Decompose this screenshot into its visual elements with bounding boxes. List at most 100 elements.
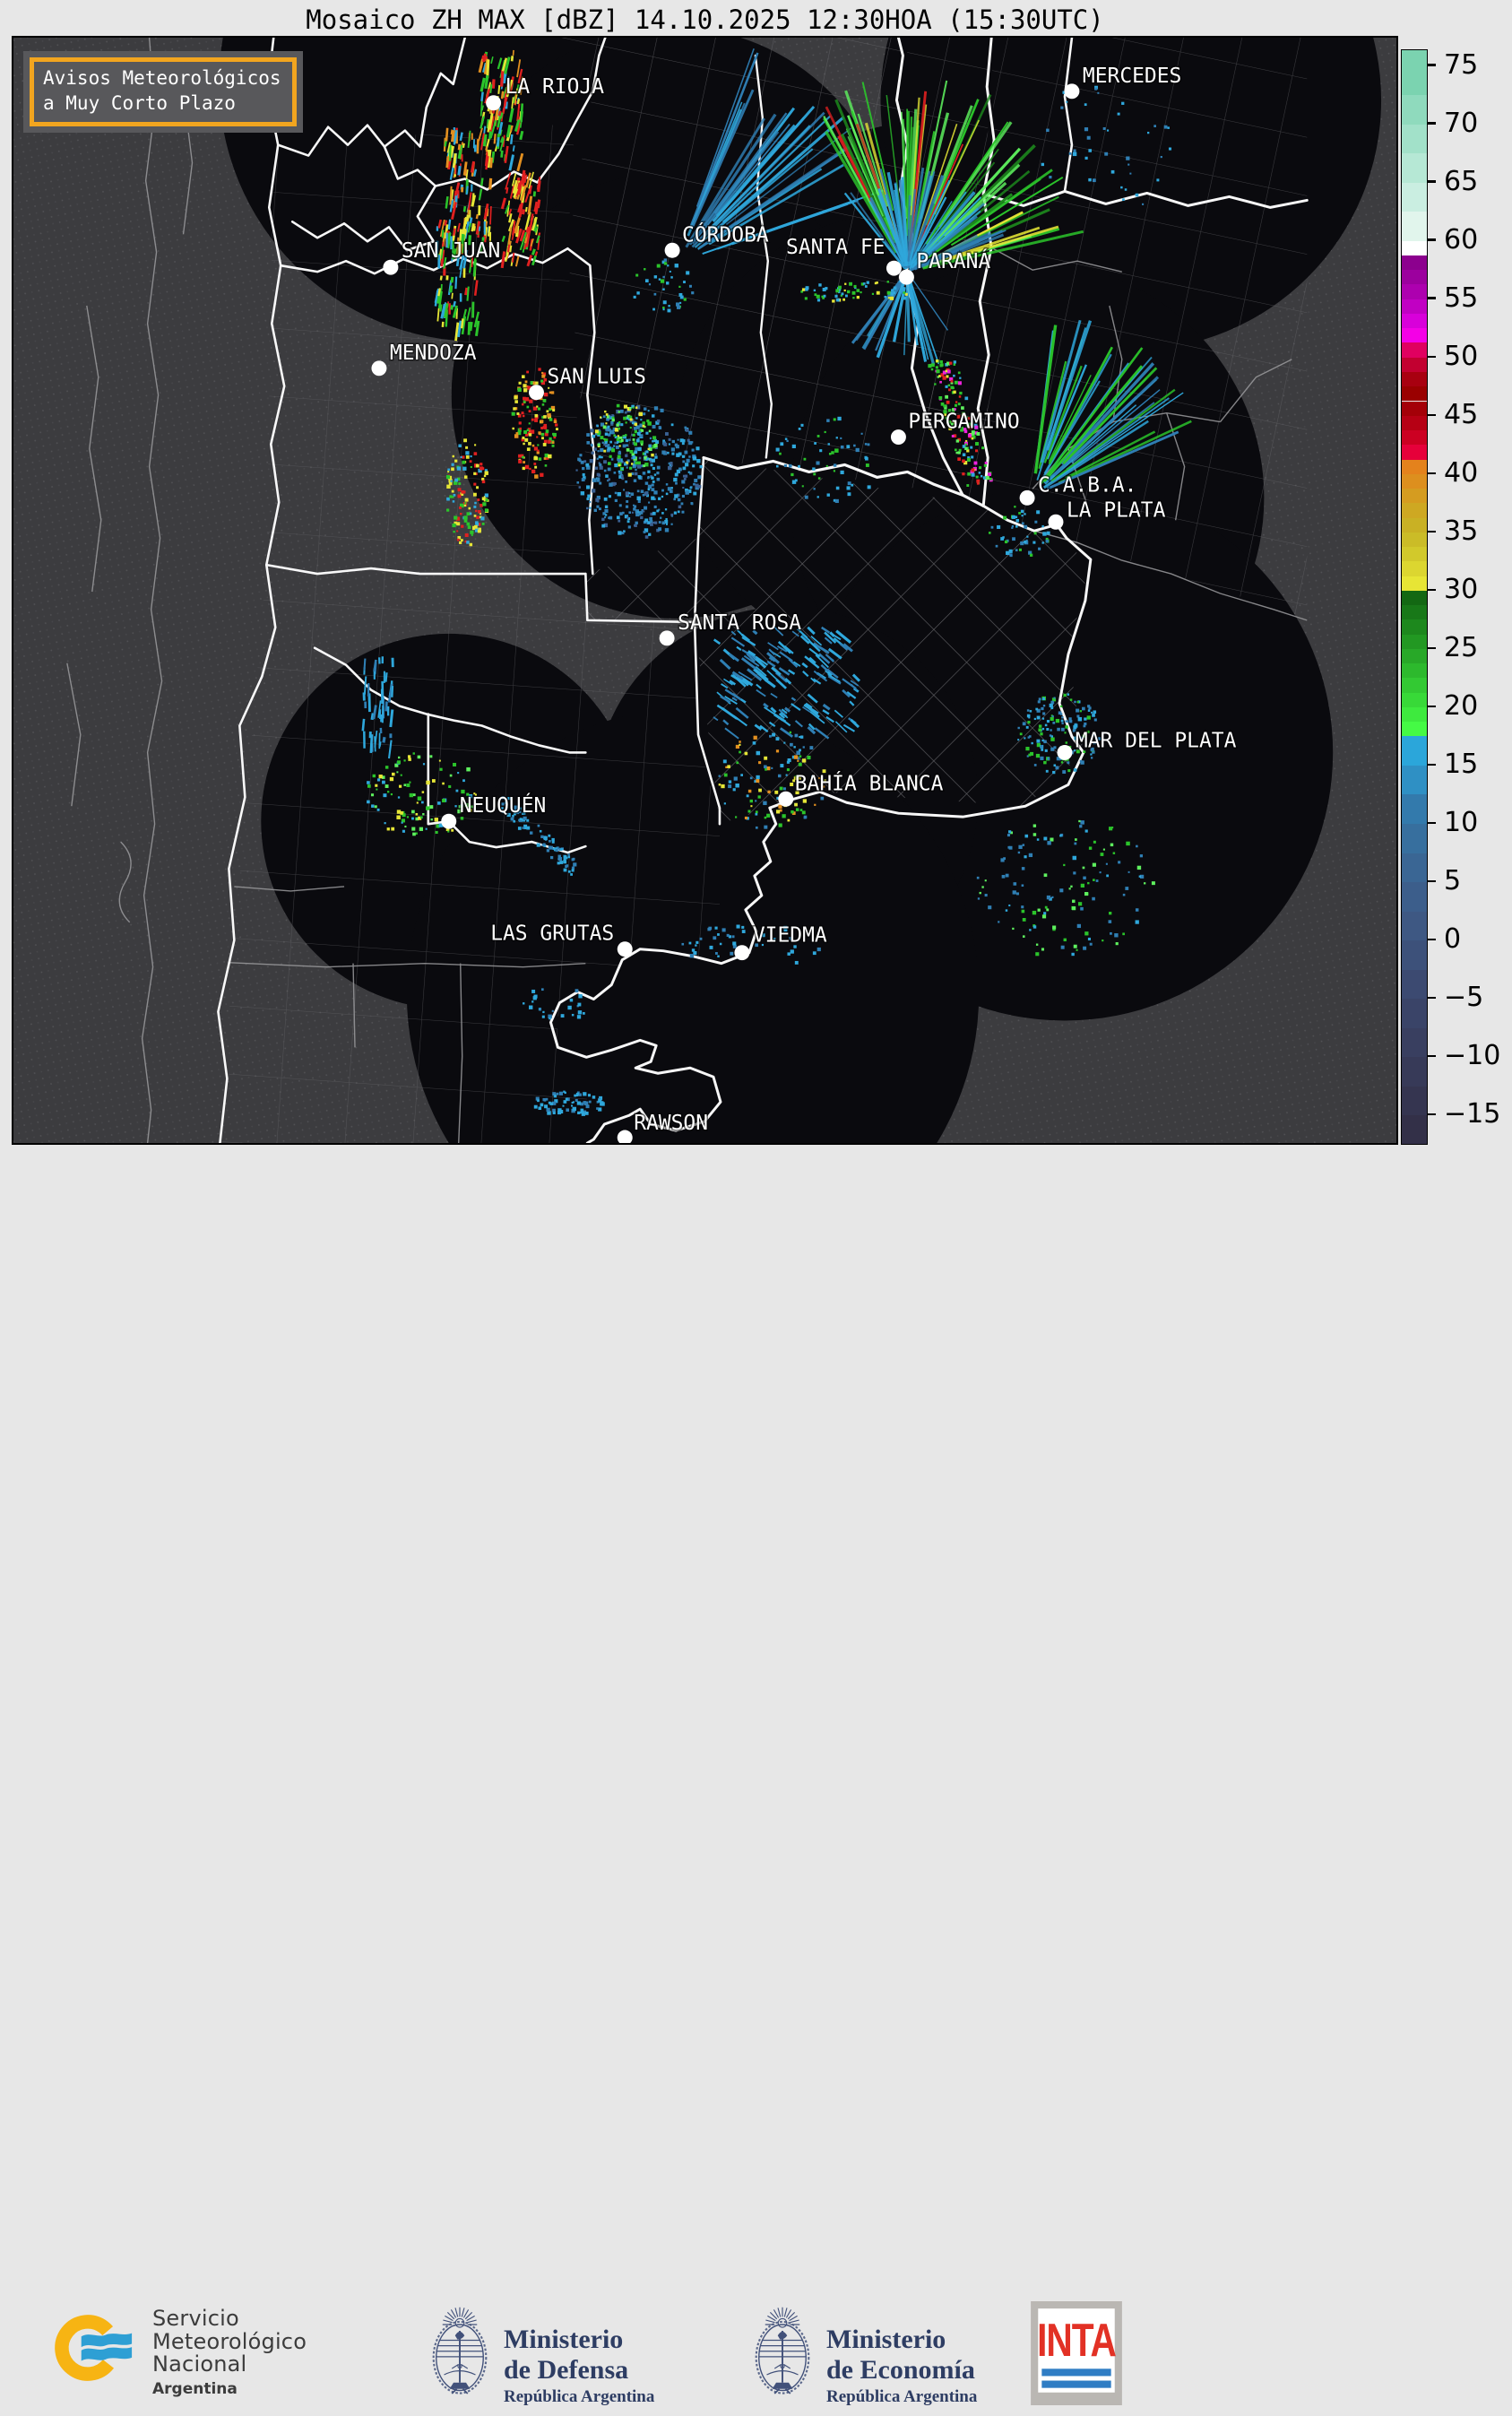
colorbar-segment [1402,183,1427,212]
colorbar-tick-mark [1428,706,1436,707]
colorbar-segment [1402,970,1427,1000]
colorbar-tick-label: −10 [1444,1040,1500,1071]
colorbar-segment [1402,591,1427,605]
colorbar-tick-label: 30 [1444,574,1478,605]
city-dot [734,945,749,960]
colorbar-segment [1402,212,1427,241]
city-label: RAWSON [634,1112,708,1135]
colorbar-segment [1402,576,1427,591]
radar-map: LA RIOJAMERCEDESSAN JUANCÓRDOBASANTA FEP… [13,38,1396,1143]
city-label: MAR DEL PLATA [1076,729,1237,752]
warning-badge[interactable]: Avisos Meteorológicos a Muy Corto Plazo [23,51,303,133]
colorbar-segment [1402,940,1427,970]
defensa-wordmark: Ministerio de Defensa República Argentin… [504,2325,654,2407]
colorbar-segment [1402,50,1427,95]
colorbar-tick-mark [1428,997,1436,999]
city-label: CÓRDOBA [682,221,769,247]
colorbar-segment [1402,533,1427,547]
colorbar-segment [1402,882,1427,912]
colorbar-tick-label: 75 [1444,48,1478,80]
city-label: MERCEDES [1083,65,1181,88]
colorbar-segment [1402,635,1427,649]
warning-badge-line2: a Muy Corto Plazo [43,91,281,116]
colorbar-segment [1402,722,1427,736]
city-label: MENDOZA [390,342,477,365]
colorbar-segment [1402,663,1427,678]
city-label: BAHÍA BLANCA [795,770,944,795]
colorbar-tick-label: −15 [1444,1098,1500,1130]
colorbar-tick-mark [1428,531,1436,533]
colorbar-segment [1402,270,1427,284]
colorbar-segment [1402,241,1427,255]
colorbar [1401,49,1428,1145]
city-dot [1049,515,1064,530]
colorbar-segment [1402,430,1427,445]
colorbar-segment [1402,95,1427,125]
colorbar-segment [1402,255,1427,270]
footer: Servicio Meteorológico Nacional Argentin… [0,1145,1512,1289]
smn-country: Argentina [152,2380,307,2398]
colorbar-segment [1402,284,1427,299]
colorbar-segment [1402,125,1427,154]
city-dot [891,429,906,445]
colorbar-tick-label: 55 [1444,281,1478,313]
colorbar-segment [1402,402,1427,416]
colorbar-segment [1402,999,1427,1028]
colorbar-tick-mark [1428,880,1436,882]
colorbar-segment [1402,153,1427,183]
colorbar-tick-mark [1428,122,1436,124]
smn-line2: Meteorológico [152,2331,307,2354]
city-dot [486,95,501,110]
smn-flag-wave-2 [82,2347,132,2360]
smn-logo [52,2305,142,2391]
colorbar-segment [1402,342,1427,357]
smn-line3: Nacional [152,2353,307,2377]
colorbar-tick-label: 60 [1444,223,1478,255]
city-label: SANTA ROSA [678,611,801,635]
colorbar-segment [1402,416,1427,430]
city-label: PARANÁ [916,248,990,273]
colorbar-segment [1402,518,1427,533]
colorbar-segment [1402,314,1427,328]
colorbar-segment [1402,386,1427,401]
colorbar-segment [1402,328,1427,342]
colorbar-segment [1402,503,1427,517]
colorbar-segment [1402,445,1427,459]
colorbar-segment [1402,1115,1427,1145]
colorbar-tick-label: 15 [1444,749,1478,780]
warning-badge-line1: Avisos Meteorológicos [43,65,281,91]
colorbar-tick-mark [1428,1113,1436,1115]
city-label: C.A.B.A. [1038,473,1136,497]
colorbar-segment [1402,1028,1427,1058]
colorbar-segment [1402,794,1427,824]
colorbar-segment [1402,474,1427,489]
colorbar-tick-mark [1428,238,1436,240]
colorbar-segment [1402,1057,1427,1087]
city-label: LA RIOJA [505,75,605,99]
city-label: LA PLATA [1067,498,1166,522]
colorbar-tick-mark [1428,356,1436,358]
colorbar-tick-mark [1428,939,1436,940]
colorbar-segment [1402,912,1427,941]
city-dot [1020,490,1035,506]
map-title: Mosaico ZH MAX [dBZ] 14.10.2025 12:30HOA… [12,4,1398,35]
colorbar-segment [1402,605,1427,619]
colorbar-segment [1402,460,1427,474]
city-dot [1064,83,1079,99]
defensa-line2: de Defensa [504,2355,654,2386]
colorbar-segment [1402,649,1427,663]
city-label: PERGAMINO [908,411,1019,434]
economia-line2: de Economía [826,2355,977,2386]
colorbar-segment [1402,489,1427,503]
colorbar-wrap: 757065605550454035302520151050−5−10−15 [1401,49,1428,1145]
smn-flag-wave-1 [82,2334,132,2347]
colorbar-tick-label: 35 [1444,515,1478,547]
economia-coat-of-arms [751,2296,814,2416]
economia-line1: Ministerio [826,2325,977,2355]
city-label: NEUQUÉN [460,792,547,818]
city-label: VIEDMA [753,924,827,948]
colorbar-segment [1402,736,1427,766]
city-dot [441,814,456,829]
smn-line1: Servicio [152,2308,307,2331]
defensa-line1: Ministerio [504,2325,654,2355]
